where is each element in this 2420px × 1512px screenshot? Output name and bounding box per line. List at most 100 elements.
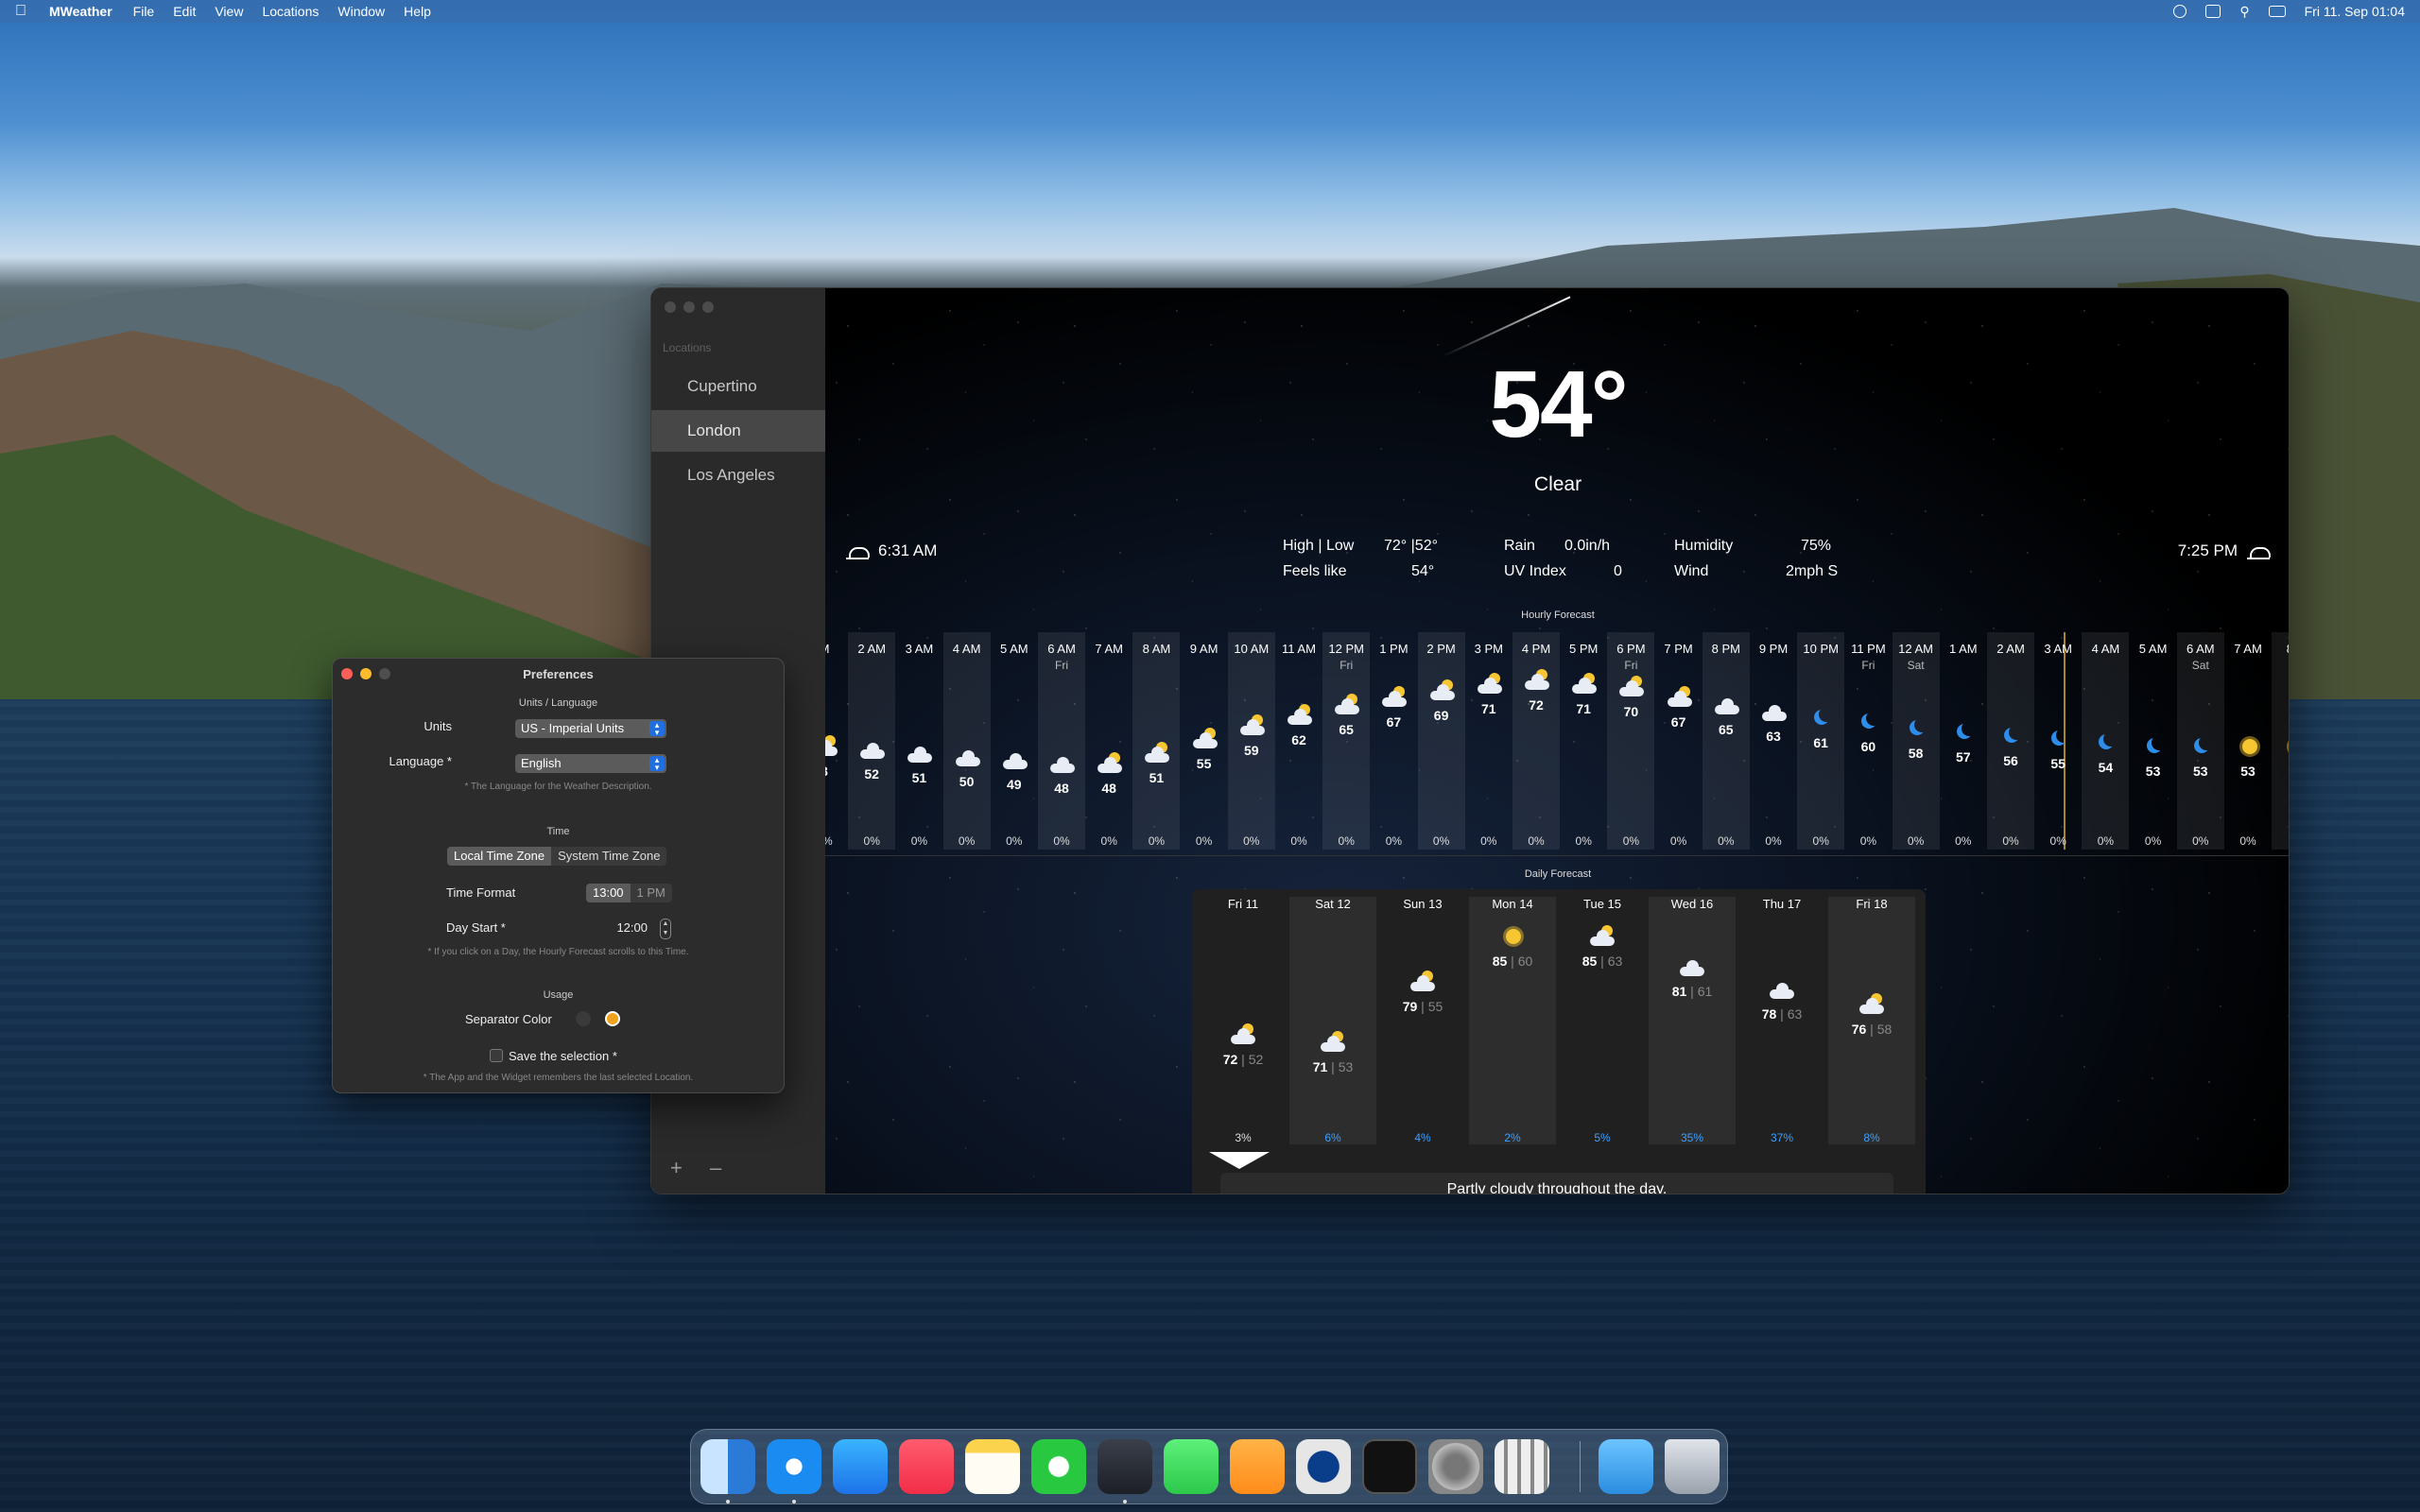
hourly-column[interactable]: 4 PM 72 0% — [1512, 632, 1560, 850]
daily-rain-chance: 2% — [1504, 1131, 1521, 1144]
daily-high-low: 81 | 61 — [1649, 984, 1736, 999]
minimize-button[interactable] — [683, 301, 695, 313]
hourly-column[interactable]: 2 PM 69 0% — [1417, 632, 1465, 850]
daily-column[interactable]: Mon 14 85 | 60 2% — [1469, 897, 1556, 1144]
time-format-12h-option[interactable]: 1 PM — [631, 884, 672, 902]
hourly-column[interactable]: 7 AM 53 0% — [2224, 632, 2272, 850]
save-selection-checkbox[interactable] — [490, 1049, 503, 1062]
system-time-zone-option[interactable]: System Time Zone — [551, 847, 666, 866]
menu-view[interactable]: View — [215, 4, 243, 19]
mail-icon[interactable] — [833, 1439, 888, 1494]
hourly-column[interactable]: 1 PM 67 0% — [1370, 632, 1417, 850]
hourly-column[interactable]: 12 PM Fri 65 0% — [1322, 632, 1371, 850]
hourly-column[interactable]: M 3 0% — [825, 632, 848, 850]
hourly-column[interactable]: 10 AM 59 0% — [1227, 632, 1275, 850]
uv-index-label: UV Index — [1504, 563, 1566, 579]
daily-column[interactable]: Sat 12 71 | 53 6% — [1289, 897, 1376, 1144]
display-icon[interactable] — [2205, 5, 2221, 18]
trash-icon[interactable] — [1665, 1439, 1720, 1494]
hourly-column[interactable]: 3 PM 71 0% — [1465, 632, 1512, 850]
separator-color-gray[interactable] — [576, 1011, 591, 1026]
spotlight-search-icon[interactable]: ⚲ — [2239, 4, 2249, 20]
hourly-column[interactable]: 5 PM 71 0% — [1560, 632, 1607, 850]
hourly-time: 3 AM — [905, 642, 934, 656]
hourly-column[interactable]: 1 AM 57 0% — [1940, 632, 1987, 850]
day-start-value[interactable]: 12:00 — [600, 920, 648, 935]
hourly-column[interactable]: 8 AM 51 0% — [1132, 632, 1181, 850]
apple-menu-icon[interactable]:  — [15, 4, 28, 19]
sunrise: 6:31 AM — [846, 541, 937, 560]
sidebar-item-los-angeles[interactable]: Los Angeles — [651, 455, 825, 496]
daily-column[interactable]: Tue 15 85 | 63 5% — [1559, 897, 1646, 1144]
partly-cloudy-icon — [1192, 728, 1218, 749]
menu-edit[interactable]: Edit — [173, 4, 196, 19]
time-format-segmented-control[interactable]: 13:00 1 PM — [586, 884, 672, 902]
daily-column[interactable]: Fri 11 72 | 52 3% — [1200, 897, 1287, 1144]
daily-column[interactable]: Fri 18 76 | 58 8% — [1828, 897, 1915, 1144]
hourly-column[interactable]: 2 AM 56 0% — [1987, 632, 2034, 850]
hourly-column[interactable]: 8 PM 65 0% — [1702, 632, 1750, 850]
hourly-column[interactable]: 7 AM 48 0% — [1085, 632, 1132, 850]
sidebar-item-london[interactable]: London — [651, 410, 825, 452]
daily-column[interactable]: Sun 13 79 | 55 4% — [1379, 897, 1466, 1144]
menu-app-name[interactable]: MWeather — [49, 4, 112, 19]
messages-icon[interactable] — [1164, 1439, 1219, 1494]
menu-locations[interactable]: Locations — [262, 4, 319, 19]
menubar-clock[interactable]: Fri 11. Sep 01:04 — [2305, 4, 2405, 19]
local-time-zone-option[interactable]: Local Time Zone — [447, 847, 552, 866]
separator-color-orange[interactable] — [605, 1011, 620, 1026]
1password-icon[interactable] — [1296, 1439, 1351, 1494]
hourly-column[interactable]: 10 PM 61 0% — [1797, 632, 1845, 850]
hourly-column[interactable]: 2 AM 52 0% — [848, 632, 896, 850]
hourly-forecast[interactable]: M30%2 AM520%3 AM510%4 AM500%5 AM490%6 AM… — [825, 632, 2289, 850]
menu-file[interactable]: File — [133, 4, 155, 19]
hourly-column[interactable]: 6 PM Fri 70 0% — [1607, 632, 1655, 850]
sidebar-item-cupertino[interactable]: Cupertino — [651, 366, 825, 407]
finder-icon[interactable] — [700, 1439, 755, 1494]
hourly-column[interactable]: 6 AM Fri 48 0% — [1038, 632, 1085, 850]
hourly-column[interactable]: 4 AM 54 0% — [2082, 632, 2130, 850]
system-preferences-icon[interactable] — [1428, 1439, 1483, 1494]
day-start-stepper[interactable]: ▲ ▼ — [660, 919, 671, 939]
home-icon[interactable] — [1230, 1439, 1285, 1494]
time-machine-icon[interactable] — [2173, 5, 2187, 18]
hourly-column[interactable]: 11 AM 62 0% — [1275, 632, 1322, 850]
downloads-folder-icon[interactable] — [1599, 1439, 1653, 1494]
menu-window[interactable]: Window — [337, 4, 385, 19]
sunset: 7:25 PM — [2178, 541, 2271, 560]
notes-icon[interactable] — [965, 1439, 1020, 1494]
hourly-column[interactable]: 12 AM Sat 58 0% — [1892, 632, 1940, 850]
daily-separator: | — [1686, 984, 1698, 999]
remove-location-button[interactable]: – — [710, 1156, 721, 1180]
daily-column[interactable]: Wed 16 81 | 61 35% — [1649, 897, 1736, 1144]
hourly-column[interactable]: 3 AM 51 0% — [895, 632, 942, 850]
timezone-segmented-control[interactable]: Local Time Zone System Time Zone — [447, 847, 667, 866]
hourly-column[interactable]: 3 AM 55 0% — [2034, 632, 2082, 850]
find-my-icon[interactable] — [1031, 1439, 1086, 1494]
music-icon[interactable] — [899, 1439, 954, 1494]
hourly-time: 8 AM — [1142, 642, 1171, 656]
hourly-column[interactable]: 9 AM 55 0% — [1181, 632, 1228, 850]
daily-day: Thu 17 — [1762, 897, 1802, 911]
language-select[interactable]: English ▴ ▾ — [515, 754, 666, 773]
daily-column[interactable]: Thu 17 78 | 63 37% — [1738, 897, 1825, 1144]
zoom-button[interactable] — [702, 301, 714, 313]
control-center-icon[interactable] — [2268, 6, 2286, 17]
hourly-column[interactable]: 6 AM Sat 53 0% — [2176, 632, 2224, 850]
hourly-column[interactable]: 4 AM 50 0% — [942, 632, 991, 850]
activity-monitor-icon[interactable] — [1362, 1439, 1417, 1494]
hourly-column[interactable]: 5 AM 53 0% — [2130, 632, 2177, 850]
mweather-app-icon[interactable] — [1098, 1439, 1152, 1494]
hourly-column[interactable]: 5 AM 49 0% — [991, 632, 1038, 850]
hourly-column[interactable]: 8 A 5 0 — [2272, 632, 2289, 850]
add-location-button[interactable]: + — [670, 1156, 683, 1180]
hourly-column[interactable]: 11 PM Fri 60 0% — [1844, 632, 1892, 850]
time-format-24h-option[interactable]: 13:00 — [586, 884, 631, 902]
menu-help[interactable]: Help — [404, 4, 431, 19]
launchpad-icon[interactable] — [1495, 1439, 1549, 1494]
hourly-column[interactable]: 7 PM 67 0% — [1655, 632, 1703, 850]
units-select[interactable]: US - Imperial Units ▴ ▾ — [515, 719, 666, 738]
hourly-column[interactable]: 9 PM 63 0% — [1750, 632, 1797, 850]
close-button[interactable] — [665, 301, 676, 313]
safari-icon[interactable] — [767, 1439, 821, 1494]
